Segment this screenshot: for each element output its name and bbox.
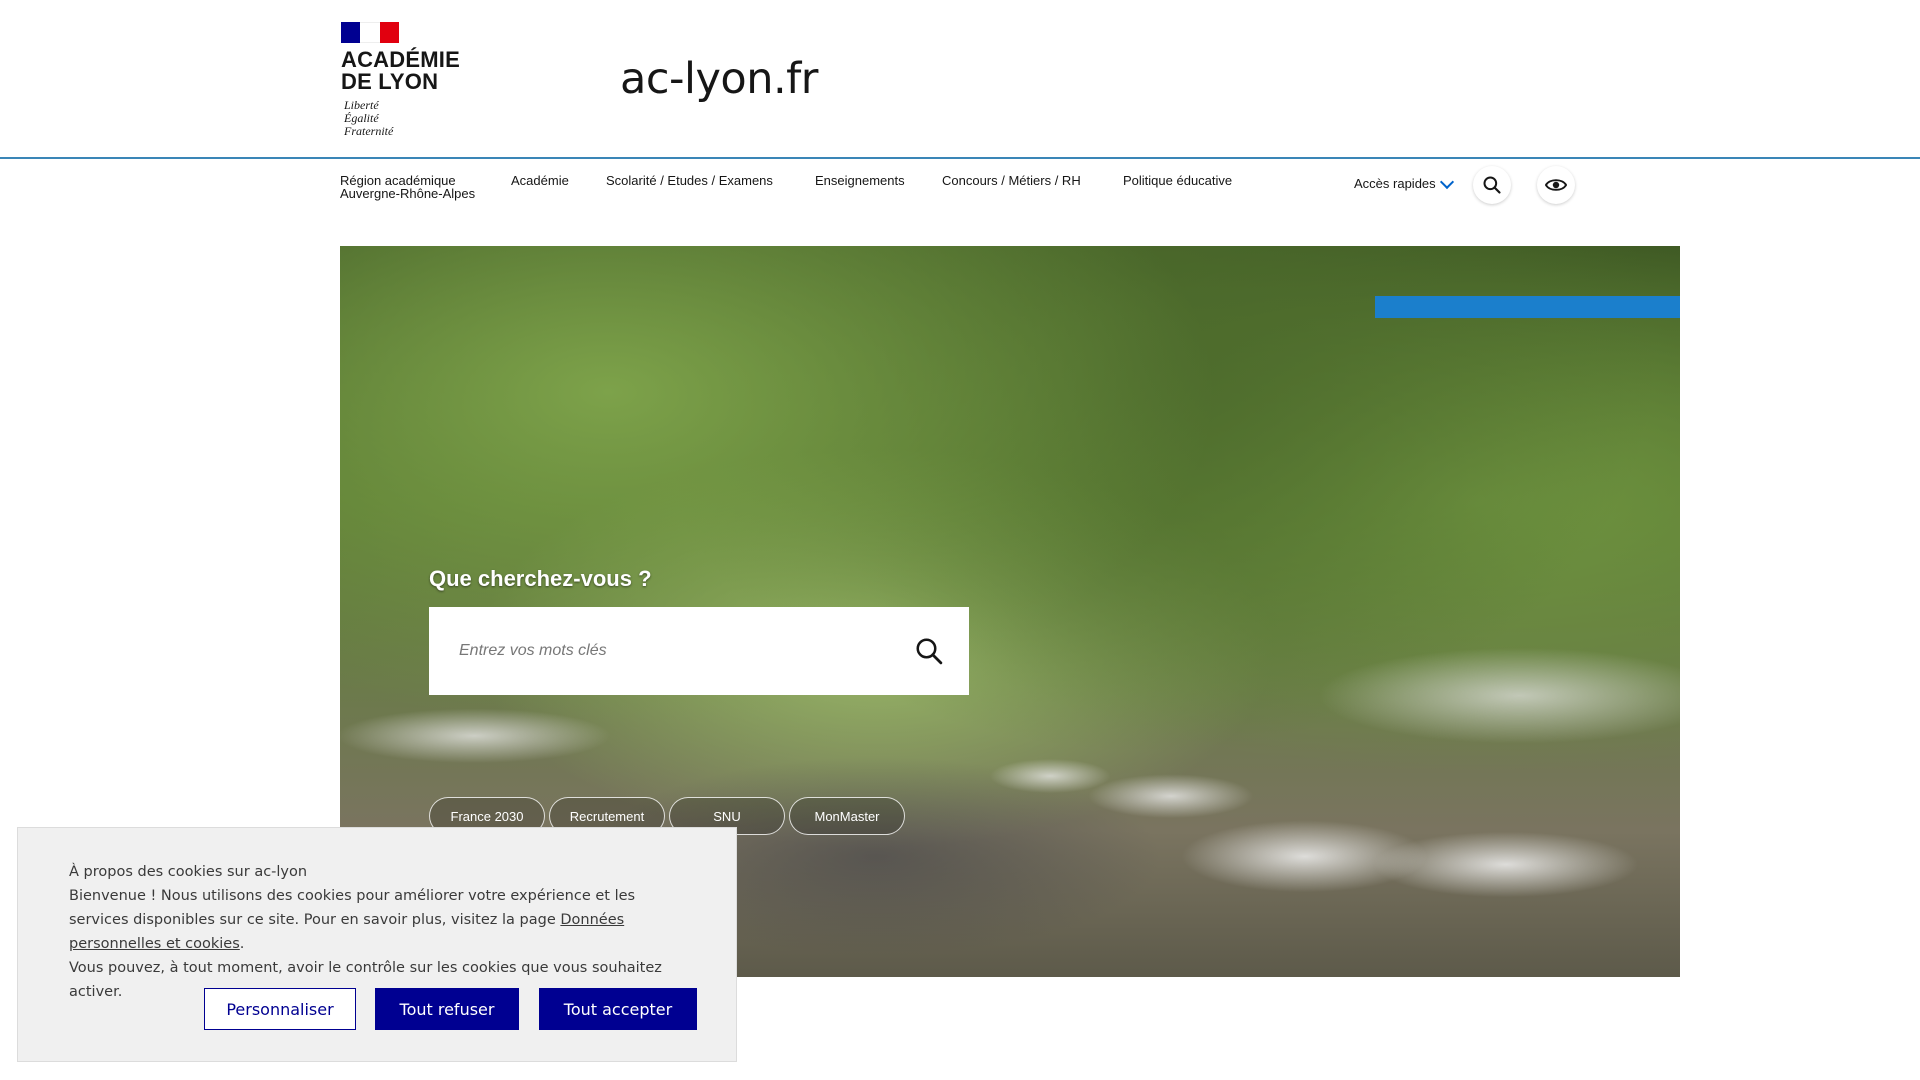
academie-logo[interactable]: ACADÉMIE DE LYON Liberté Égalité Fratern…	[341, 22, 471, 144]
site-title[interactable]: ac-lyon.fr	[620, 54, 818, 104]
academie-name-line2: DE LYON	[341, 69, 439, 94]
eye-icon	[1545, 179, 1567, 191]
nav-item-scolarite[interactable]: Scolarité / Etudes / Examens	[606, 174, 773, 187]
marianne-flag-icon	[341, 22, 399, 43]
search-icon	[1483, 176, 1501, 194]
academie-name: ACADÉMIE DE LYON	[341, 49, 471, 93]
search-input[interactable]	[429, 607, 889, 695]
nav-item-label: Auvergne-Rhône-Alpes	[340, 186, 476, 201]
nav-item-enseignements[interactable]: Enseignements	[815, 174, 905, 187]
nav-item-concours[interactable]: Concours / Métiers / RH	[942, 174, 1081, 187]
quick-access-label: Accès rapides	[1354, 176, 1436, 191]
nav-item-academie[interactable]: Académie	[511, 174, 569, 187]
cookie-banner: À propos des cookies sur ac-lyon Bienven…	[17, 827, 737, 1062]
hero-accent-bar	[1375, 296, 1680, 318]
nav-item-politique[interactable]: Politique éducative	[1123, 174, 1232, 187]
republic-motto: Liberté Égalité Fraternité	[341, 99, 471, 138]
academie-name-line1: ACADÉMIE	[341, 47, 460, 72]
hero-heading: Que cherchez-vous ?	[429, 566, 652, 591]
accept-all-cookies-button[interactable]: Tout accepter	[539, 988, 697, 1030]
nav-item-region[interactable]: Région académique Auvergne-Rhône-Alpes	[340, 174, 475, 200]
motto-line: Fraternité	[344, 124, 394, 138]
cookie-body-text: .	[239, 936, 245, 952]
cookie-text: À propos des cookies sur ac-lyon Bienven…	[69, 860, 689, 1004]
tag-monmaster[interactable]: MonMaster	[789, 797, 905, 835]
header-divider	[0, 157, 1920, 159]
header-search-button[interactable]	[1473, 166, 1511, 204]
search-submit-button[interactable]	[889, 607, 969, 695]
refuse-all-cookies-button[interactable]: Tout refuser	[375, 988, 519, 1030]
accessibility-button[interactable]	[1537, 166, 1575, 204]
cookie-title: À propos des cookies sur ac-lyon	[69, 864, 308, 880]
chevron-down-icon	[1439, 174, 1454, 189]
cookie-body-text: Bienvenue ! Nous utilisons des cookies p…	[69, 888, 636, 928]
main-nav: Région académique Auvergne-Rhône-Alpes A…	[0, 172, 1920, 212]
customize-cookies-button[interactable]: Personnaliser	[204, 988, 356, 1030]
search-icon	[916, 638, 943, 665]
hero-search-box	[429, 607, 969, 695]
quick-access-menu[interactable]: Accès rapides	[1354, 174, 1454, 191]
cookie-body: Bienvenue ! Nous utilisons des cookies p…	[69, 884, 689, 956]
